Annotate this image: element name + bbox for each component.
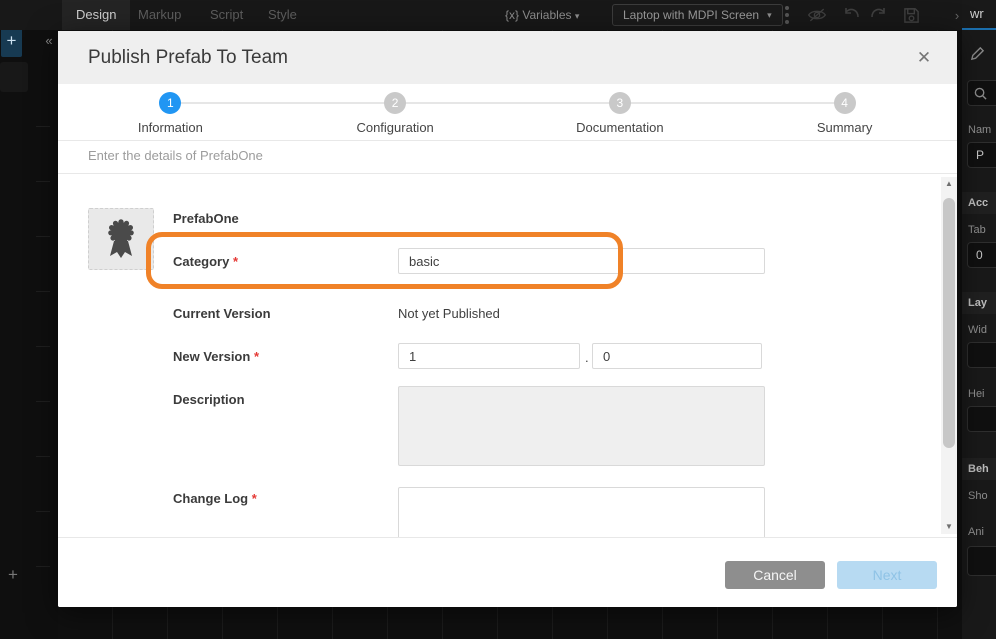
description-textarea [398,386,765,466]
required-asterisk: * [233,254,238,269]
dialog-title: Publish Prefab To Team [88,47,288,69]
height-label: Hei [968,388,985,400]
dialog-header: Publish Prefab To Team ✕ [58,31,957,84]
width-label: Wid [968,324,987,336]
category-input[interactable] [398,248,765,274]
changelog-label: Change Log * [173,491,257,506]
dialog-form: PrefabOne Category * Current Version Not… [58,174,957,537]
version-major-input[interactable] [398,343,580,369]
step-configuration[interactable]: 2 Configuration [283,84,508,135]
step-information[interactable]: 1 Information [58,84,283,135]
publish-prefab-dialog: Publish Prefab To Team ✕ 1 Information 2… [58,31,957,607]
tabindex-label: Tab [968,224,986,236]
step-documentation[interactable]: 3 Documentation [508,84,733,135]
dialog-subtitle: Enter the details of PrefabOne [58,141,957,174]
scroll-down-icon[interactable]: ▼ [941,520,957,534]
width-input[interactable] [967,342,996,368]
section-accessibility[interactable]: Acc [962,192,996,214]
vertical-ruler [36,72,50,592]
step-label: Summary [732,120,957,135]
variables-dropdown[interactable]: {x} Variables ▾ [505,8,579,22]
current-version-value: Not yet Published [398,306,500,321]
variables-label: {x} Variables [505,8,572,22]
step-label: Configuration [283,120,508,135]
device-selector-label: Laptop with MDPI Screen [623,8,759,22]
version-separator: . [585,350,589,365]
step-number-badge: 2 [384,92,406,114]
active-tab-underline [962,28,996,30]
prefab-badge-icon [88,208,154,270]
current-version-label: Current Version [173,306,271,321]
undo-icon[interactable] [840,4,862,26]
step-number-badge: 1 [159,92,181,114]
dialog-footer: Cancel Next [58,537,957,607]
redo-icon[interactable] [868,4,890,26]
required-asterisk: * [252,491,257,506]
save-icon[interactable] [900,4,922,26]
new-version-label: New Version * [173,349,259,364]
section-behavior[interactable]: Beh [962,458,996,480]
sidebar-panel-stub [0,62,28,92]
chevron-down-icon: ▾ [575,11,580,21]
tab-design[interactable]: Design [62,0,130,30]
dialog-scrollbar[interactable]: ▲ ▼ [941,177,957,534]
tab-style[interactable]: Style [254,0,311,30]
tabindex-input[interactable]: 0 [967,242,996,268]
version-minor-input[interactable] [592,343,762,369]
preview-eye-off-icon[interactable] [806,4,828,26]
step-number-badge: 4 [834,92,856,114]
device-selector-dropdown[interactable]: Laptop with MDPI Screen ▾ [612,4,783,26]
step-summary[interactable]: 4 Summary [732,84,957,135]
properties-panel: wr Nam P Acc Tab 0 Lay Wid Hei Beh Sho A… [962,0,996,639]
close-icon[interactable]: ✕ [913,47,935,69]
changelog-textarea[interactable] [398,487,765,537]
next-button[interactable]: Next [837,561,937,589]
cancel-button[interactable]: Cancel [725,561,825,589]
search-icon [974,87,987,100]
top-toolbar: Design Markup Script Style {x} Variables… [0,0,996,30]
scrollbar-thumb[interactable] [943,198,955,448]
section-layout[interactable]: Lay [962,292,996,314]
description-label: Description [173,392,245,407]
required-asterisk: * [254,349,259,364]
animation-label: Ani [968,526,984,538]
wizard-stepper: 1 Information 2 Configuration 3 Document… [58,84,957,141]
property-search-input[interactable] [967,80,996,106]
step-label: Documentation [508,120,733,135]
prefab-name: PrefabOne [173,211,239,226]
height-input[interactable] [967,406,996,432]
collapse-sidebar-button[interactable]: « [40,28,58,52]
show-label: Sho [968,490,988,502]
animation-input[interactable] [967,546,996,576]
name-label: Nam [968,124,991,136]
pencil-icon[interactable] [970,46,985,61]
properties-tab[interactable]: wr [970,6,984,21]
category-label: Category * [173,254,238,269]
scroll-up-icon[interactable]: ▲ [941,177,957,191]
step-label: Information [58,120,283,135]
chevron-down-icon: ▾ [767,10,772,21]
step-number-badge: 3 [609,92,631,114]
add-page-button[interactable]: + [4,566,22,584]
tab-markup[interactable]: Markup [124,0,195,30]
tab-script[interactable]: Script [196,0,257,30]
kebab-menu-icon[interactable] [776,4,798,26]
left-sidebar [0,0,58,639]
name-input[interactable]: P [967,142,996,168]
